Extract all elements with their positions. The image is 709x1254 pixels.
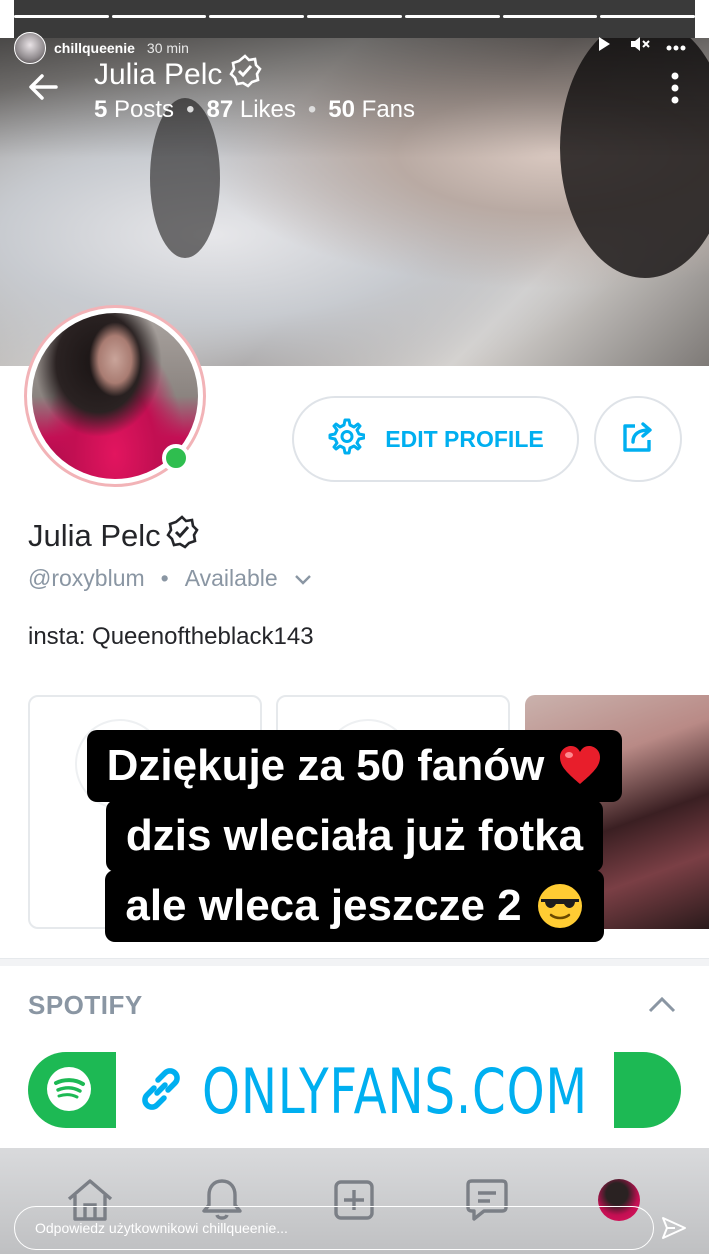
progress-segment — [209, 15, 305, 18]
caption-line-1: Dziękuje za 50 fanów — [86, 730, 623, 802]
caption-text-2: dzis wleciała już fotka — [125, 811, 584, 860]
profile-name: Julia Pelc — [28, 515, 199, 557]
progress-segment — [111, 15, 207, 18]
share-button[interactable] — [594, 396, 682, 482]
likes-count: 87 — [206, 96, 234, 123]
edit-profile-label: EDIT PROFILE — [385, 425, 544, 452]
progress-segment — [600, 15, 696, 18]
posts-label: Posts — [114, 96, 175, 123]
verified-icon — [165, 515, 199, 557]
caption-text-1: Dziękuje za 50 fanów — [106, 741, 545, 790]
progress-segment — [502, 15, 598, 18]
chevron-up-icon[interactable] — [647, 996, 677, 1019]
caption-text-3: ale wleca jeszcze 2 — [125, 881, 522, 930]
link-sticker[interactable]: ONLYFANS.COM — [116, 1045, 614, 1137]
profile-name-text: Julia Pelc — [28, 518, 161, 553]
spotify-icon — [44, 1064, 94, 1119]
fans-count: 50 — [328, 96, 355, 123]
heart-icon — [558, 744, 602, 788]
progress-segment — [14, 15, 109, 18]
reply-placeholder: Odpowiedz użytkownikowi chillqueenie... — [35, 1220, 288, 1236]
header-name: Julia Pelc — [94, 54, 263, 96]
play-icon[interactable] — [593, 36, 615, 57]
story-caption: Dziękuje za 50 fanów dzis wleciała już f… — [0, 730, 709, 942]
story-avatar[interactable] — [14, 32, 46, 64]
sunglasses-emoji-icon — [536, 882, 584, 930]
story-view: chillqueenie 30 min Julia Pelc 5 Posts •… — [0, 0, 709, 1254]
caption-line-2: dzis wleciała już fotka — [105, 800, 604, 872]
reply-input[interactable]: Odpowiedz użytkownikowi chillqueenie... — [14, 1206, 654, 1250]
more-options-icon[interactable] — [665, 38, 687, 56]
edit-profile-button[interactable]: EDIT PROFILE — [292, 396, 579, 482]
chevron-down-icon[interactable] — [294, 565, 312, 592]
link-icon — [134, 1062, 188, 1121]
header-name-text: Julia Pelc — [94, 58, 223, 91]
header-stats: 5 Posts • 87 Likes • 50 Fans — [94, 96, 415, 124]
handle-row: @roxyblum • Available — [28, 565, 312, 592]
stats-dot: • — [307, 96, 317, 123]
likes-label: Likes — [239, 96, 296, 123]
profile-bio: insta: Queenoftheblack143 — [28, 623, 314, 650]
progress-segment — [404, 15, 500, 18]
story-controls — [593, 36, 687, 57]
kebab-menu-icon[interactable] — [671, 72, 679, 109]
send-icon[interactable] — [661, 1215, 687, 1246]
handle-dot: • — [160, 565, 169, 591]
back-arrow-icon[interactable] — [26, 70, 60, 109]
caption-line-3: ale wleca jeszcze 2 — [105, 870, 604, 942]
gear-icon — [327, 417, 366, 461]
fans-label: Fans — [361, 96, 416, 123]
posts-count: 5 — [94, 96, 108, 123]
verified-icon — [228, 54, 263, 96]
availability-status[interactable]: Available — [185, 565, 278, 592]
share-icon — [619, 418, 657, 461]
progress-segment — [307, 15, 402, 18]
spotify-section-title: SPOTIFY — [28, 990, 143, 1020]
online-status-dot — [162, 444, 190, 472]
stats-dot: • — [186, 96, 195, 123]
profile-handle: @roxyblum — [28, 565, 145, 591]
mute-icon[interactable] — [629, 36, 651, 57]
section-divider — [0, 958, 709, 966]
link-sticker-text: ONLYFANS.COM — [202, 1054, 588, 1128]
